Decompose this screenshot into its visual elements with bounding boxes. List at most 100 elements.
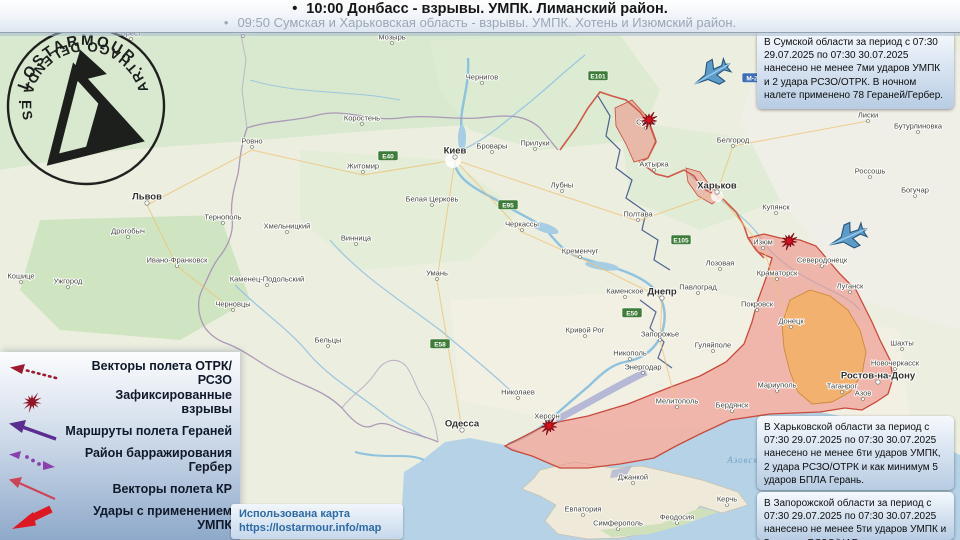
legend-label: Зафиксированные взрывы [115,387,232,416]
city-label: Днепр [647,287,677,298]
city-label: Богучар [901,186,929,195]
city-dot [175,264,179,268]
city-label: Изюм [753,238,773,247]
city-dot [711,349,715,353]
city-label: Ровно [241,137,262,146]
city-label: Кременчуг [562,247,599,256]
city-label: Бровары [477,142,508,151]
city-dot [866,119,870,123]
city-label: Феодосия [660,513,694,522]
city-dot [675,521,679,525]
city-label: Бельцы [315,336,342,345]
city-dot [893,367,897,371]
city-label: Николаев [501,388,535,397]
city-dot [360,122,364,126]
city-label: Новочеркасск [871,359,920,368]
city-label: Ивано-Франковск [147,256,209,265]
city-dot [775,277,779,281]
city-dot [636,218,640,222]
city-dot [761,246,765,250]
city-dot [652,168,656,172]
city-dot [581,513,585,517]
road-badge-label: Е101 [590,73,606,80]
city-dot [675,405,679,409]
city-label: Кошице [7,272,34,281]
city-label: Кривой Рог [566,326,605,335]
city-label: Тернополь [204,213,241,222]
city-label: Запорожье [641,330,679,339]
city-dot [616,527,620,531]
road-badge: Е101 [587,70,609,81]
city-dot [231,308,235,312]
city-label: Купянск [762,203,790,212]
city-label: Евпатория [565,505,602,514]
city-dot [435,277,439,281]
city-label: Мелитополь [656,397,699,406]
city-label: Коростень [344,114,380,123]
city-dot [641,371,645,375]
city-label: Энергодар [624,363,661,372]
city-label: Львов [132,192,162,203]
city-dot [628,357,632,361]
legend-label: Район барражирования Гербер [84,445,232,474]
city-dot [19,280,23,284]
legend-label: Маршруты полета Гераней [65,423,232,438]
city-dot [285,230,289,234]
city-label: Мариуполь [758,381,797,390]
city-dot [658,338,662,342]
road-badge: Е95 [497,199,519,210]
road-badge-label: Е95 [502,202,514,209]
road-badge: Е105 [670,234,692,245]
city-dot [861,397,865,401]
city-dot [265,283,269,287]
city-label: Россошь [855,167,886,176]
city-label: Винница [341,234,372,243]
road-badge-label: Е50 [626,310,638,317]
city-label: Бутурлиновка [894,122,943,131]
lostarmour-strike-map: Е101 М-2 Е40 Е95 Е105 Е50 Е58 Киев Харьков Одесс… [0,0,960,540]
city-dot [774,211,778,215]
city-dot [730,409,734,413]
attribution-link[interactable]: https://lostarmour.info/map [239,521,395,535]
road-badge: Е50 [621,307,643,318]
city-label: Хмельницкий [264,222,311,231]
city-dot [731,144,735,148]
city-dot [848,290,852,294]
geran-route-icon [6,418,64,444]
city-dot [533,147,537,151]
city-label: Бердянск [716,401,749,410]
city-label: Донецк [778,317,804,326]
city-label: Дрогобыч [111,227,145,236]
city-dot [516,396,520,400]
road-badge: Е40 [377,150,399,161]
city-dot [560,189,564,193]
umpk-strike-icon [6,505,64,531]
ticker-text-previous: 09:50 Сумская и Харьковская область - вз… [237,15,737,30]
city-label: Луганск [837,282,864,291]
city-label: Лиски [858,111,878,120]
city-dot [326,344,330,348]
road-badge-label: Е105 [673,237,689,244]
city-dot [578,255,582,259]
info-box-kharkiv: В Харьковской области за период с 07:30 … [757,416,954,490]
city-label: Краматорск [757,269,798,278]
city-label: Одесса [445,419,480,430]
legend-item: Маршруты полета Гераней [0,416,240,445]
city-dot [241,34,245,38]
legend-label: Удары с применением УМПК [93,503,232,532]
city-dot [820,264,824,268]
road-badge: Е58 [429,338,451,349]
otrk-vector-icon [6,360,64,386]
legend-item: Векторы полета ОТРК/РСЗО [0,358,240,387]
city-label: Черкассы [505,220,539,229]
city-label: Таганрог [827,382,858,391]
legend-label: Векторы полета ОТРК/РСЗО [91,358,232,387]
city-label: Северодонецк [797,256,848,265]
city-dot [840,390,844,394]
city-dot [789,325,793,329]
bullet: • [223,15,229,30]
explosion-icon [6,389,64,415]
city-label: Каменское [606,287,643,296]
city-dot [631,481,635,485]
city-dot [775,389,779,393]
